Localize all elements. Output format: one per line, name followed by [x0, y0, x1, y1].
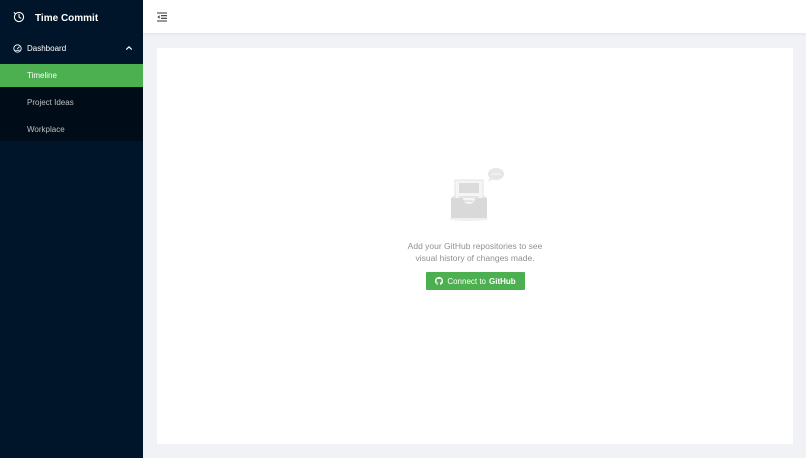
- empty-inbox-icon: [445, 166, 505, 222]
- sidebar: Time Commit Dashboard Timeline Project I…: [0, 0, 143, 458]
- sidebar-item-workplace[interactable]: Workplace: [0, 118, 143, 141]
- app-window: Time Commit Dashboard Timeline Project I…: [0, 0, 806, 458]
- sidebar-item-label: Workplace: [27, 125, 65, 134]
- sidebar-item-timeline[interactable]: Timeline: [0, 64, 143, 87]
- sidebar-item-label: Project Ideas: [27, 98, 74, 107]
- connect-button-prefix: Connect to: [447, 276, 487, 286]
- empty-description-line-1: Add your GitHub repositories to see: [407, 241, 543, 251]
- clock-icon: [13, 10, 25, 23]
- empty-description: Add your GitHub repositories to see visu…: [157, 240, 793, 264]
- sidebar-item-label: Timeline: [27, 71, 57, 80]
- brand[interactable]: Time Commit: [0, 0, 143, 32]
- content-panel: Add your GitHub repositories to see visu…: [157, 48, 793, 444]
- menu-fold-icon[interactable]: [156, 10, 168, 22]
- sidebar-group-dashboard[interactable]: Dashboard: [0, 38, 143, 58]
- sidebar-item-project-ideas[interactable]: Project Ideas: [0, 91, 143, 114]
- sidebar-group-label: Dashboard: [27, 43, 67, 53]
- github-icon: [435, 277, 444, 285]
- app-title: Time Commit: [35, 12, 99, 24]
- connect-button-strong: GitHub: [489, 276, 516, 286]
- sidebar-menu: Dashboard Timeline Project Ideas Workpla…: [0, 38, 143, 141]
- dashboard-icon: [13, 43, 22, 53]
- empty-description-line-2: visual history of changes made.: [415, 253, 535, 263]
- sidebar-submenu: Timeline Project Ideas Workplace: [0, 64, 143, 141]
- chevron-up-icon: [125, 44, 133, 52]
- top-header: [143, 0, 806, 33]
- connect-github-button[interactable]: Connect to GitHub: [426, 272, 525, 290]
- empty-state: Add your GitHub repositories to see visu…: [157, 166, 793, 290]
